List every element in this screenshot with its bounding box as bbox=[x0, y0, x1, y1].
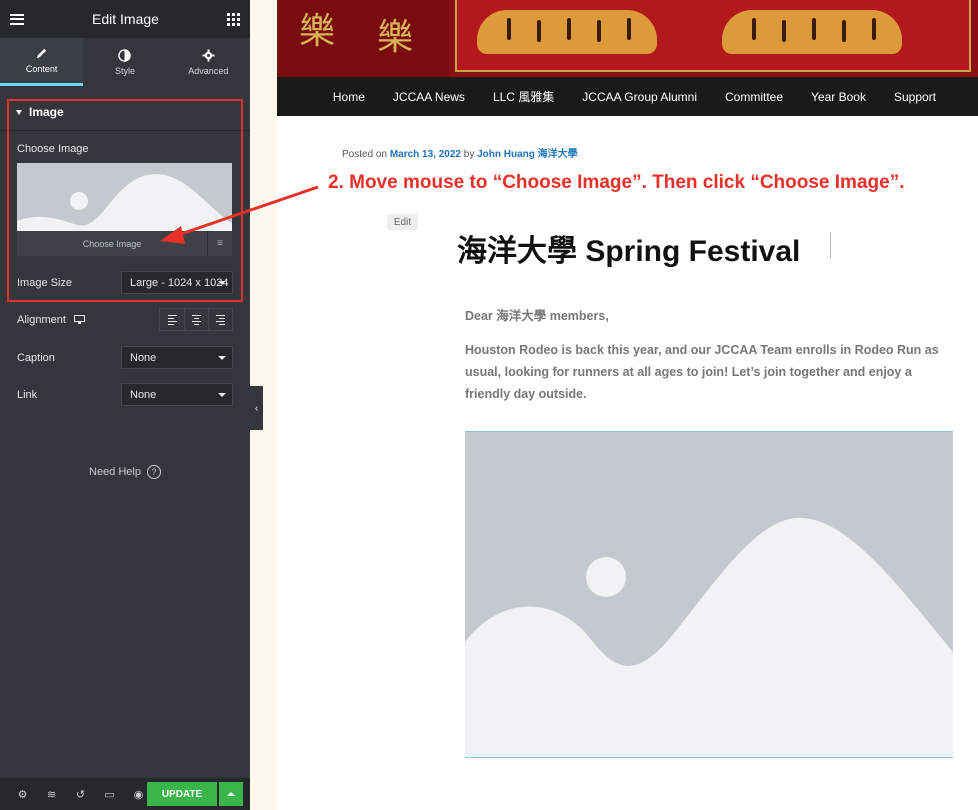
chevron-down-icon bbox=[218, 356, 226, 360]
section-title: Image bbox=[29, 105, 64, 119]
help-icon: ? bbox=[146, 465, 161, 479]
edit-button[interactable]: Edit bbox=[387, 214, 418, 230]
posted-by: by bbox=[463, 149, 475, 160]
need-help-label: Need Help bbox=[89, 466, 141, 478]
choose-image-label: Choose Image bbox=[17, 143, 89, 155]
image-size-label: Image Size bbox=[17, 276, 73, 289]
post-greeting: Dear 海洋大學 members, bbox=[465, 309, 609, 323]
image-placeholder-icon bbox=[465, 432, 953, 757]
post-title: 海洋大學 Spring Festival bbox=[457, 235, 801, 268]
chevron-left-icon: ‹ bbox=[254, 402, 259, 414]
panel-footer: ⚙ ≋ ↺ ▭ ◉ UPDATE bbox=[0, 778, 250, 810]
link-row: Link None bbox=[0, 383, 250, 406]
alignment-control bbox=[159, 308, 233, 331]
media-bar: Choose Image ≡ bbox=[17, 231, 232, 256]
panel-title: Edit Image bbox=[92, 11, 159, 27]
align-right-button[interactable] bbox=[208, 309, 232, 330]
post-meta: Posted on March 13, 2022 by John Huang 海… bbox=[342, 145, 578, 160]
panel-tabs: Content Style Advanced bbox=[0, 38, 250, 86]
align-left-icon bbox=[167, 314, 177, 325]
tab-advanced-label: Advanced bbox=[188, 65, 229, 76]
image-size-row: Image Size Large - 1024 x 1024 bbox=[0, 271, 250, 294]
site-banner: 樂 樂 bbox=[277, 0, 978, 77]
align-center-icon bbox=[192, 314, 201, 325]
align-left-button[interactable] bbox=[160, 309, 184, 330]
widgets-grid-icon[interactable] bbox=[227, 12, 240, 26]
align-center-button[interactable] bbox=[184, 309, 208, 330]
caption-label: Caption bbox=[17, 351, 55, 364]
editor-panel: Edit Image Content Style Advanced Image … bbox=[0, 0, 250, 810]
caption-value: None bbox=[130, 351, 157, 364]
nav-year-book[interactable]: Year Book bbox=[797, 90, 880, 104]
banner-char-2: 樂 bbox=[377, 17, 414, 58]
tutorial-annotation: 2. Move mouse to “Choose Image”. Then cl… bbox=[328, 172, 905, 193]
collapse-panel-button[interactable]: ‹ bbox=[250, 386, 263, 430]
contrast-icon bbox=[118, 48, 132, 62]
post-paragraph: Houston Rodeo is back this year, and our… bbox=[465, 343, 939, 401]
chevron-down-icon bbox=[218, 393, 226, 397]
settings-icon[interactable]: ⚙ bbox=[8, 778, 37, 810]
caret-down-icon bbox=[16, 109, 22, 115]
nav-llc[interactable]: LLC 風雅集 bbox=[479, 88, 568, 105]
alignment-row: Alignment bbox=[0, 308, 250, 331]
nav-jccaa-news[interactable]: JCCAA News bbox=[379, 90, 479, 104]
caption-select[interactable]: None bbox=[121, 346, 233, 369]
update-button[interactable]: UPDATE bbox=[147, 782, 217, 806]
nav-home[interactable]: Home bbox=[319, 90, 379, 104]
alignment-label: Alignment bbox=[17, 313, 66, 326]
tab-style-label: Style bbox=[114, 65, 135, 76]
tab-style[interactable]: Style bbox=[83, 38, 166, 86]
site-nav: Home JCCAA News LLC 風雅集 JCCAA Group Alum… bbox=[277, 77, 978, 116]
chevron-up-icon bbox=[227, 792, 235, 796]
tiger-illustration-right bbox=[722, 10, 902, 54]
tab-content-label: Content bbox=[25, 64, 58, 74]
dynamic-tags-icon[interactable]: ≡ bbox=[207, 231, 232, 256]
author-link[interactable]: John Huang 海洋大學 bbox=[477, 149, 578, 160]
gear-icon bbox=[202, 48, 215, 62]
panel-header: Edit Image bbox=[0, 0, 250, 38]
image-size-value: Large - 1024 x 1024 bbox=[130, 276, 229, 289]
tab-advanced[interactable]: Advanced bbox=[167, 38, 250, 86]
nav-support[interactable]: Support bbox=[880, 90, 950, 104]
responsive-mode-icon[interactable]: ▭ bbox=[95, 778, 124, 810]
navigator-layers-icon[interactable]: ≋ bbox=[37, 778, 66, 810]
pencil-icon bbox=[37, 48, 47, 59]
tab-content[interactable]: Content bbox=[0, 38, 84, 86]
image-picker[interactable]: Choose Image ≡ bbox=[17, 163, 232, 256]
caption-row: Caption None bbox=[0, 346, 250, 369]
update-options-button[interactable] bbox=[219, 782, 243, 806]
image-size-select[interactable]: Large - 1024 x 1024 bbox=[121, 271, 233, 294]
hamburger-menu-icon[interactable] bbox=[10, 13, 24, 25]
link-label: Link bbox=[17, 388, 38, 401]
post-date-link[interactable]: March 13, 2022 bbox=[390, 149, 461, 160]
banner-calligraphy: 樂 樂 bbox=[277, 0, 449, 77]
section-image-toggle[interactable]: Image bbox=[0, 100, 250, 124]
post-body: Dear 海洋大學 members, Houston Rodeo is back… bbox=[465, 305, 955, 405]
site-preview: 樂 樂 Home JCCAA News LLC 風雅集 JCCAA Group … bbox=[277, 0, 978, 810]
nav-committee[interactable]: Committee bbox=[711, 90, 797, 104]
nav-group-alumni[interactable]: JCCAA Group Alumni bbox=[568, 90, 711, 104]
history-icon[interactable]: ↺ bbox=[66, 778, 95, 810]
need-help-link[interactable]: Need Help ? bbox=[0, 465, 250, 479]
posted-prefix: Posted on bbox=[342, 149, 388, 160]
link-select[interactable]: None bbox=[121, 383, 233, 406]
chevron-down-icon bbox=[218, 281, 226, 285]
choose-image-button[interactable]: Choose Image bbox=[17, 231, 207, 256]
panel-content: Image Choose Image Choose Image ≡ Image … bbox=[0, 86, 250, 406]
post-image-placeholder[interactable] bbox=[465, 431, 953, 758]
banner-char-1: 樂 bbox=[299, 11, 336, 52]
link-value: None bbox=[130, 388, 157, 401]
align-right-icon bbox=[216, 314, 225, 325]
image-placeholder-icon bbox=[17, 163, 232, 231]
text-cursor bbox=[830, 232, 831, 258]
tiger-illustration-left bbox=[477, 10, 657, 54]
banner-tigers-art bbox=[455, 0, 971, 72]
desktop-icon[interactable] bbox=[73, 315, 85, 324]
alignment-label-wrap: Alignment bbox=[17, 314, 85, 326]
